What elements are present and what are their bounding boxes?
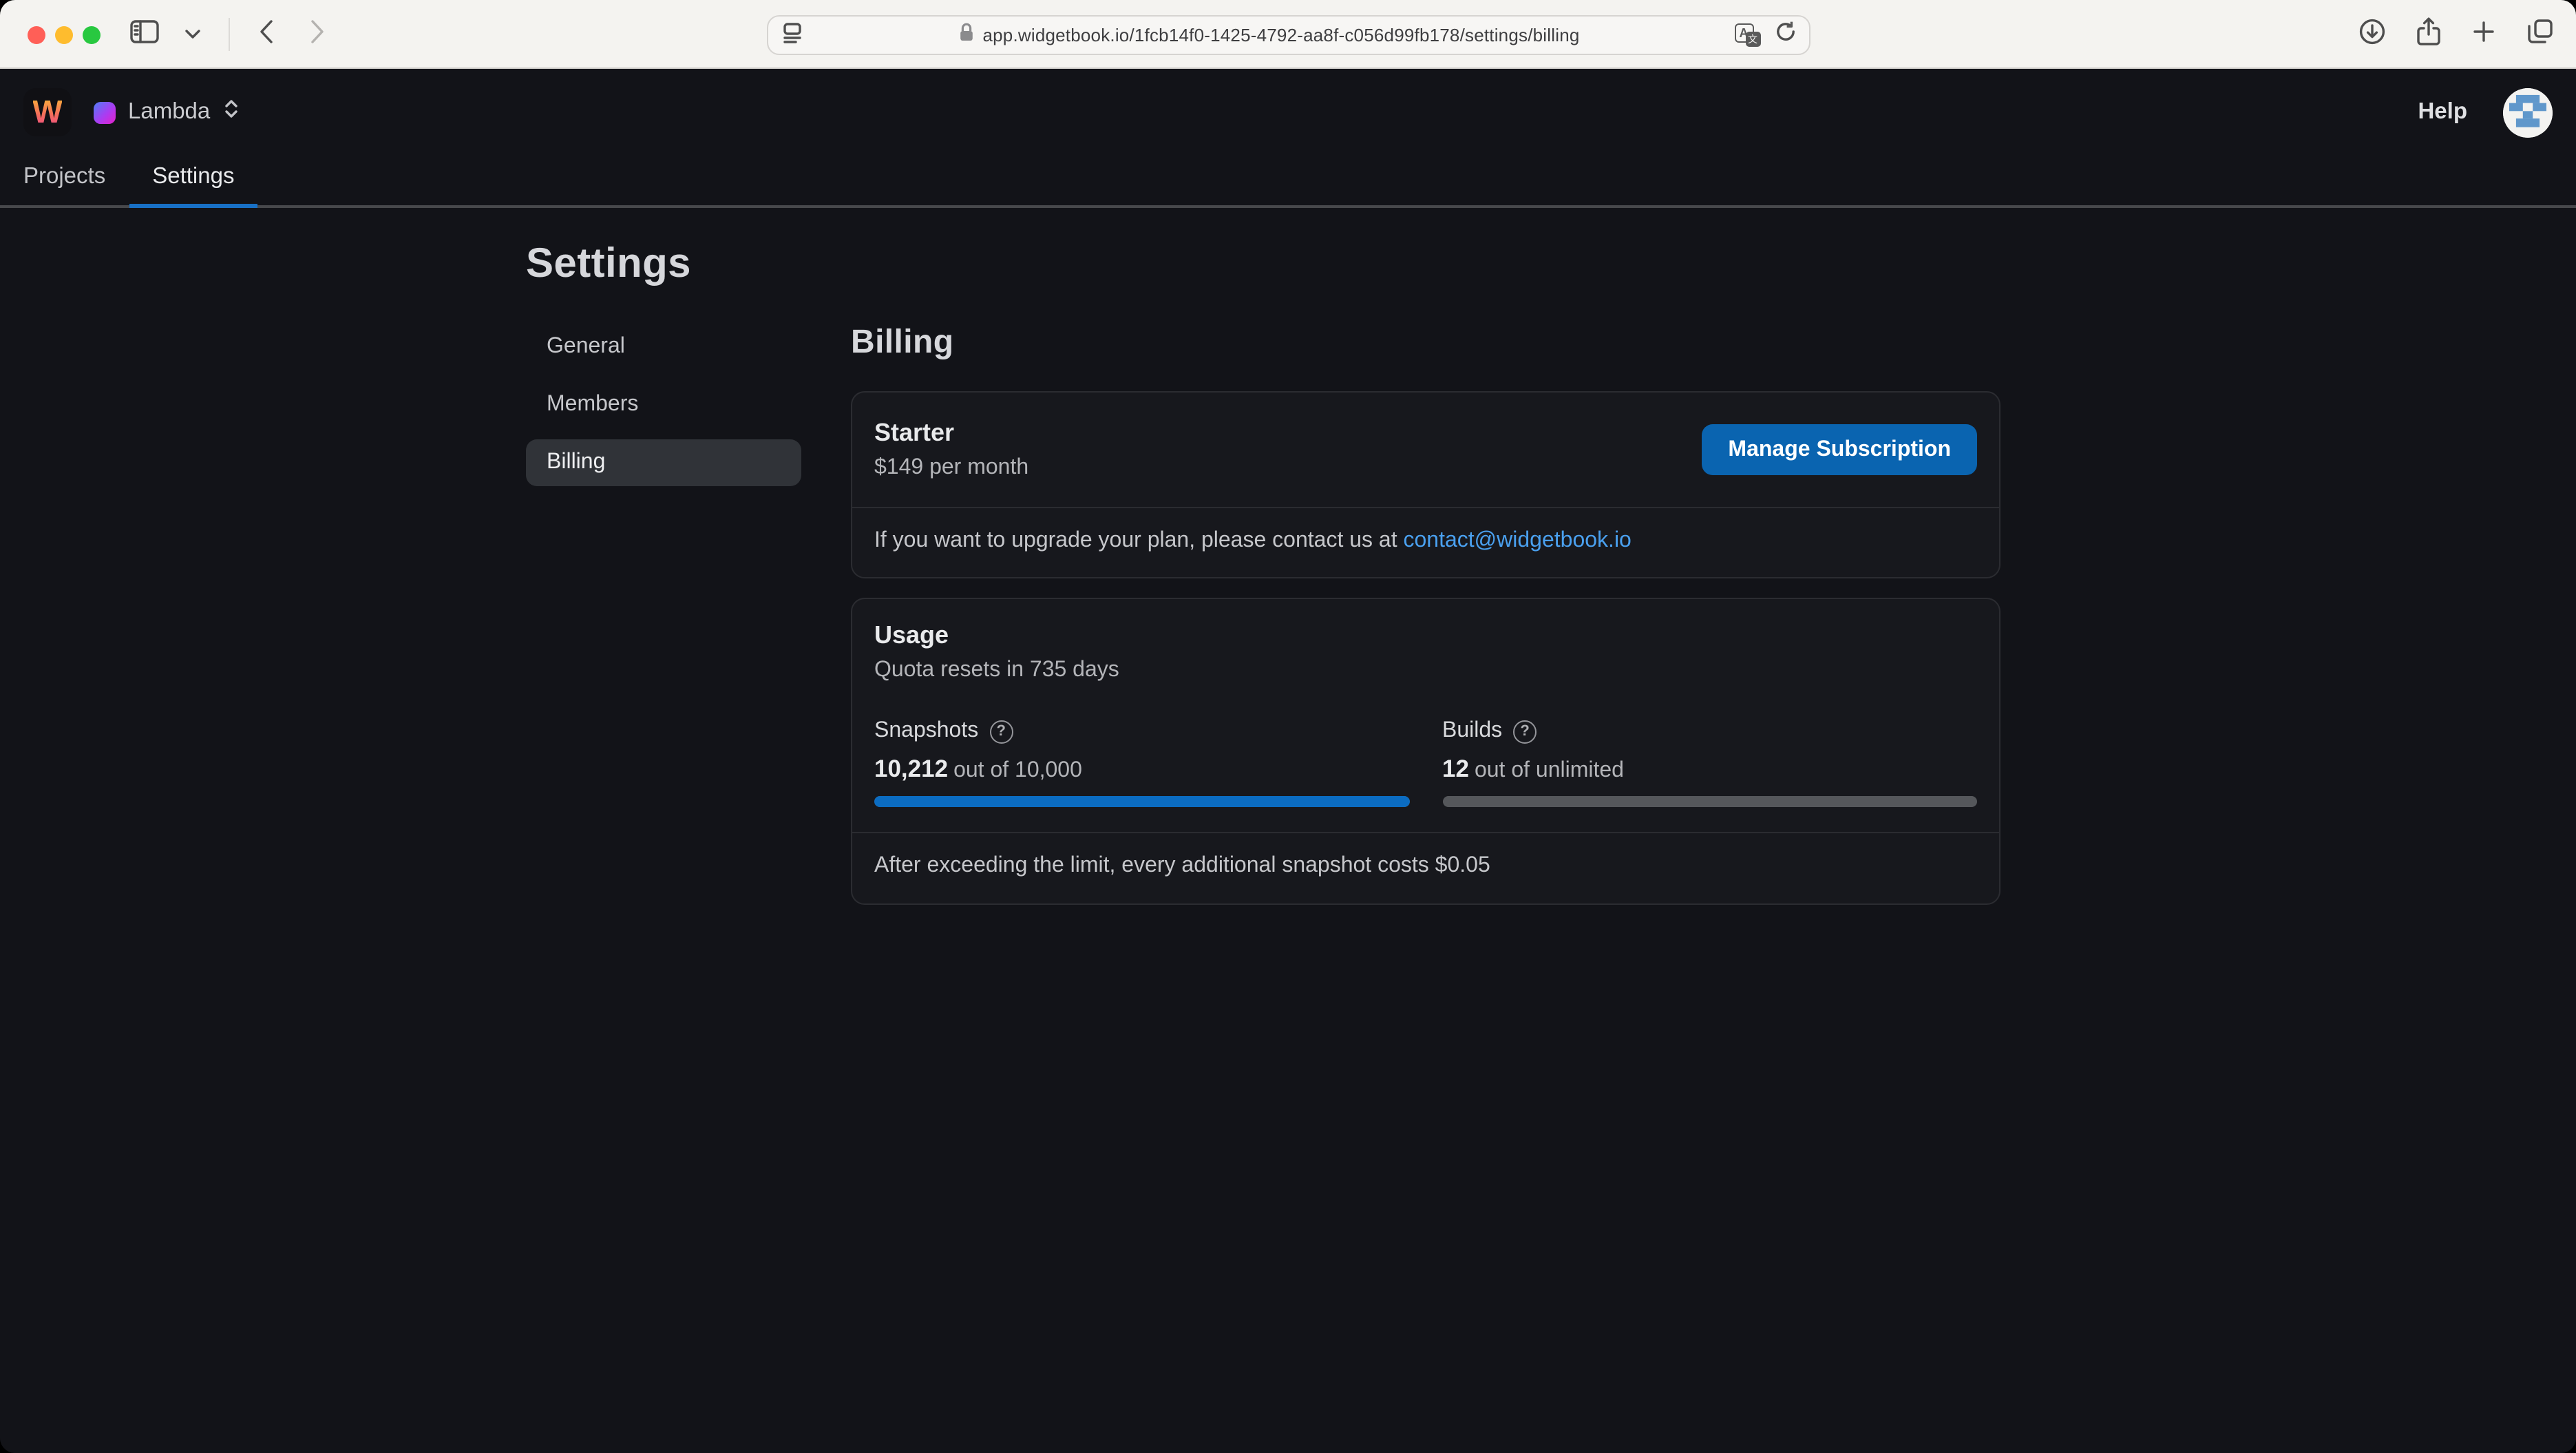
usage-title: Usage: [874, 621, 1977, 650]
forward-button[interactable]: [308, 17, 326, 52]
upgrade-note: If you want to upgrade your plan, please…: [852, 508, 1999, 577]
window-controls: [28, 26, 101, 44]
plan-card: Starter $149 per month Manage Subscripti…: [851, 391, 2000, 578]
primary-tabbar: Projects Settings: [0, 156, 2576, 208]
snapshots-used: 10,212: [874, 755, 948, 782]
widgetbook-logo[interactable]: W: [23, 88, 72, 136]
billing-panel: Billing Starter $149 per month Manage Su…: [851, 324, 2000, 905]
tab-overview-icon[interactable]: [2526, 17, 2554, 52]
builds-help-icon[interactable]: ?: [1513, 720, 1537, 743]
snapshots-progress-fill: [874, 796, 1409, 807]
back-button[interactable]: [257, 17, 275, 52]
sidebar-toggle-icon[interactable]: [129, 19, 160, 50]
section-title: Billing: [851, 324, 2000, 362]
page-title: Settings: [526, 241, 2576, 288]
tab-settings[interactable]: Settings: [129, 156, 257, 208]
tab-projects[interactable]: Projects: [0, 156, 129, 208]
url-text: app.widgetbook.io/1fcb14f0-1425-4792-aa8…: [982, 25, 1579, 45]
app-content: W Lambda Help: [0, 69, 2576, 1453]
address-bar[interactable]: app.widgetbook.io/1fcb14f0-1425-4792-aa8…: [766, 15, 1810, 55]
zoom-window-button[interactable]: [83, 26, 101, 44]
toolbar-divider: [229, 18, 230, 51]
snapshots-progress-track: [874, 796, 1409, 807]
usage-subtitle: Quota resets in 735 days: [874, 658, 1977, 683]
sidebar-item-general[interactable]: General: [526, 324, 801, 370]
translate-icon[interactable]: A 文: [1734, 23, 1760, 47]
plan-price: $149 per month: [874, 456, 1028, 481]
builds-quota: out of unlimited: [1475, 759, 1624, 782]
manage-subscription-button[interactable]: Manage Subscription: [1702, 424, 1977, 475]
workspace-name: Lambda: [128, 99, 210, 125]
contact-email-link[interactable]: contact@widgetbook.io: [1404, 529, 1632, 552]
builds-metric: Builds ? 12 out of unlimited: [1442, 719, 1977, 807]
minimize-window-button[interactable]: [55, 26, 73, 44]
sidebar-item-billing[interactable]: Billing: [526, 439, 801, 486]
plan-name: Starter: [874, 419, 1028, 448]
usage-card: Usage Quota resets in 735 days Snapshots…: [851, 598, 2000, 905]
chevron-down-icon[interactable]: [184, 22, 201, 47]
overage-note: After exceeding the limit, every additio…: [852, 833, 1999, 903]
help-link[interactable]: Help: [2418, 99, 2467, 125]
sidebar-item-members[interactable]: Members: [526, 381, 801, 428]
snapshots-label: Snapshots: [874, 719, 978, 744]
workspace-switcher[interactable]: Lambda: [94, 98, 239, 127]
builds-label: Builds: [1442, 719, 1502, 744]
widgetbook-logo-letter: W: [32, 96, 62, 128]
selector-updown-icon: [222, 98, 239, 127]
snapshots-help-icon[interactable]: ?: [989, 720, 1013, 743]
page-settings-icon[interactable]: [780, 20, 803, 50]
reload-icon[interactable]: [1774, 21, 1796, 50]
snapshots-quota: out of 10,000: [953, 759, 1082, 782]
snapshots-metric: Snapshots ? 10,212out of 10,000: [874, 719, 1409, 807]
workspace-color-badge: [94, 101, 116, 123]
browser-toolbar: app.widgetbook.io/1fcb14f0-1425-4792-aa8…: [0, 0, 2576, 69]
close-window-button[interactable]: [28, 26, 45, 44]
settings-sidebar: General Members Billing: [526, 324, 801, 905]
new-tab-icon[interactable]: [2471, 19, 2496, 50]
browser-window: app.widgetbook.io/1fcb14f0-1425-4792-aa8…: [0, 0, 2576, 1453]
share-icon[interactable]: [2416, 16, 2441, 53]
builds-used: 12: [1442, 755, 1469, 782]
builds-progress-track: [1442, 796, 1977, 807]
lock-icon: [958, 21, 974, 49]
app-header: W Lambda Help: [0, 69, 2576, 156]
downloads-icon[interactable]: [2358, 17, 2386, 52]
user-avatar[interactable]: [2503, 87, 2553, 137]
